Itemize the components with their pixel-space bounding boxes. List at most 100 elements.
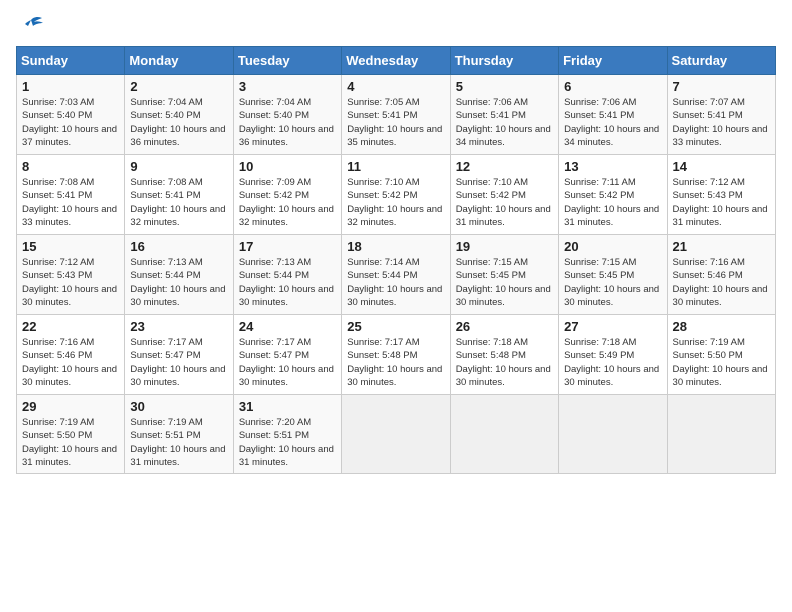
calendar-cell: 7 Sunrise: 7:07 AM Sunset: 5:41 PM Dayli… (667, 75, 775, 155)
calendar-cell (559, 395, 667, 474)
day-number: 17 (239, 239, 336, 254)
day-info: Sunrise: 7:20 AM Sunset: 5:51 PM Dayligh… (239, 416, 336, 469)
logo (16, 16, 44, 34)
day-number: 22 (22, 319, 119, 334)
calendar-cell: 27 Sunrise: 7:18 AM Sunset: 5:49 PM Dayl… (559, 315, 667, 395)
page-header (16, 16, 776, 34)
day-number: 20 (564, 239, 661, 254)
weekday-header-monday: Monday (125, 47, 233, 75)
calendar-cell: 11 Sunrise: 7:10 AM Sunset: 5:42 PM Dayl… (342, 155, 450, 235)
calendar-cell: 28 Sunrise: 7:19 AM Sunset: 5:50 PM Dayl… (667, 315, 775, 395)
day-info: Sunrise: 7:19 AM Sunset: 5:50 PM Dayligh… (22, 416, 119, 469)
calendar-cell: 8 Sunrise: 7:08 AM Sunset: 5:41 PM Dayli… (17, 155, 125, 235)
day-number: 13 (564, 159, 661, 174)
day-info: Sunrise: 7:15 AM Sunset: 5:45 PM Dayligh… (564, 256, 661, 309)
calendar-cell: 23 Sunrise: 7:17 AM Sunset: 5:47 PM Dayl… (125, 315, 233, 395)
calendar-cell: 19 Sunrise: 7:15 AM Sunset: 5:45 PM Dayl… (450, 235, 558, 315)
day-number: 5 (456, 79, 553, 94)
day-info: Sunrise: 7:10 AM Sunset: 5:42 PM Dayligh… (456, 176, 553, 229)
day-info: Sunrise: 7:18 AM Sunset: 5:49 PM Dayligh… (564, 336, 661, 389)
weekday-header-tuesday: Tuesday (233, 47, 341, 75)
calendar-cell: 31 Sunrise: 7:20 AM Sunset: 5:51 PM Dayl… (233, 395, 341, 474)
day-info: Sunrise: 7:18 AM Sunset: 5:48 PM Dayligh… (456, 336, 553, 389)
calendar-cell: 5 Sunrise: 7:06 AM Sunset: 5:41 PM Dayli… (450, 75, 558, 155)
day-info: Sunrise: 7:15 AM Sunset: 5:45 PM Dayligh… (456, 256, 553, 309)
day-number: 30 (130, 399, 227, 414)
day-info: Sunrise: 7:03 AM Sunset: 5:40 PM Dayligh… (22, 96, 119, 149)
day-number: 23 (130, 319, 227, 334)
day-info: Sunrise: 7:13 AM Sunset: 5:44 PM Dayligh… (239, 256, 336, 309)
day-number: 29 (22, 399, 119, 414)
calendar-cell: 4 Sunrise: 7:05 AM Sunset: 5:41 PM Dayli… (342, 75, 450, 155)
calendar-cell: 20 Sunrise: 7:15 AM Sunset: 5:45 PM Dayl… (559, 235, 667, 315)
calendar-cell: 10 Sunrise: 7:09 AM Sunset: 5:42 PM Dayl… (233, 155, 341, 235)
weekday-header-row: SundayMondayTuesdayWednesdayThursdayFrid… (17, 47, 776, 75)
day-number: 9 (130, 159, 227, 174)
calendar-cell: 18 Sunrise: 7:14 AM Sunset: 5:44 PM Dayl… (342, 235, 450, 315)
calendar-cell: 30 Sunrise: 7:19 AM Sunset: 5:51 PM Dayl… (125, 395, 233, 474)
day-info: Sunrise: 7:12 AM Sunset: 5:43 PM Dayligh… (673, 176, 770, 229)
day-number: 21 (673, 239, 770, 254)
calendar-week-row: 8 Sunrise: 7:08 AM Sunset: 5:41 PM Dayli… (17, 155, 776, 235)
day-info: Sunrise: 7:09 AM Sunset: 5:42 PM Dayligh… (239, 176, 336, 229)
day-info: Sunrise: 7:05 AM Sunset: 5:41 PM Dayligh… (347, 96, 444, 149)
calendar-week-row: 15 Sunrise: 7:12 AM Sunset: 5:43 PM Dayl… (17, 235, 776, 315)
weekday-header-friday: Friday (559, 47, 667, 75)
day-number: 15 (22, 239, 119, 254)
day-info: Sunrise: 7:06 AM Sunset: 5:41 PM Dayligh… (564, 96, 661, 149)
logo-bird-icon (18, 16, 44, 38)
calendar-cell: 1 Sunrise: 7:03 AM Sunset: 5:40 PM Dayli… (17, 75, 125, 155)
calendar-week-row: 1 Sunrise: 7:03 AM Sunset: 5:40 PM Dayli… (17, 75, 776, 155)
day-info: Sunrise: 7:11 AM Sunset: 5:42 PM Dayligh… (564, 176, 661, 229)
calendar-cell (342, 395, 450, 474)
day-info: Sunrise: 7:06 AM Sunset: 5:41 PM Dayligh… (456, 96, 553, 149)
calendar-cell: 17 Sunrise: 7:13 AM Sunset: 5:44 PM Dayl… (233, 235, 341, 315)
day-info: Sunrise: 7:17 AM Sunset: 5:47 PM Dayligh… (130, 336, 227, 389)
day-number: 16 (130, 239, 227, 254)
day-info: Sunrise: 7:10 AM Sunset: 5:42 PM Dayligh… (347, 176, 444, 229)
weekday-header-wednesday: Wednesday (342, 47, 450, 75)
day-info: Sunrise: 7:13 AM Sunset: 5:44 PM Dayligh… (130, 256, 227, 309)
day-info: Sunrise: 7:17 AM Sunset: 5:48 PM Dayligh… (347, 336, 444, 389)
calendar-cell: 24 Sunrise: 7:17 AM Sunset: 5:47 PM Dayl… (233, 315, 341, 395)
day-info: Sunrise: 7:19 AM Sunset: 5:51 PM Dayligh… (130, 416, 227, 469)
calendar-cell: 21 Sunrise: 7:16 AM Sunset: 5:46 PM Dayl… (667, 235, 775, 315)
day-info: Sunrise: 7:17 AM Sunset: 5:47 PM Dayligh… (239, 336, 336, 389)
day-number: 10 (239, 159, 336, 174)
day-number: 4 (347, 79, 444, 94)
day-number: 3 (239, 79, 336, 94)
day-number: 2 (130, 79, 227, 94)
day-info: Sunrise: 7:04 AM Sunset: 5:40 PM Dayligh… (130, 96, 227, 149)
day-number: 1 (22, 79, 119, 94)
day-number: 12 (456, 159, 553, 174)
calendar-cell: 22 Sunrise: 7:16 AM Sunset: 5:46 PM Dayl… (17, 315, 125, 395)
day-info: Sunrise: 7:19 AM Sunset: 5:50 PM Dayligh… (673, 336, 770, 389)
day-number: 27 (564, 319, 661, 334)
day-number: 24 (239, 319, 336, 334)
calendar-cell (450, 395, 558, 474)
calendar-cell: 2 Sunrise: 7:04 AM Sunset: 5:40 PM Dayli… (125, 75, 233, 155)
day-number: 6 (564, 79, 661, 94)
calendar-cell: 3 Sunrise: 7:04 AM Sunset: 5:40 PM Dayli… (233, 75, 341, 155)
day-number: 25 (347, 319, 444, 334)
calendar-cell: 15 Sunrise: 7:12 AM Sunset: 5:43 PM Dayl… (17, 235, 125, 315)
day-number: 31 (239, 399, 336, 414)
calendar-cell: 9 Sunrise: 7:08 AM Sunset: 5:41 PM Dayli… (125, 155, 233, 235)
day-number: 19 (456, 239, 553, 254)
calendar-cell: 6 Sunrise: 7:06 AM Sunset: 5:41 PM Dayli… (559, 75, 667, 155)
day-info: Sunrise: 7:04 AM Sunset: 5:40 PM Dayligh… (239, 96, 336, 149)
day-info: Sunrise: 7:08 AM Sunset: 5:41 PM Dayligh… (22, 176, 119, 229)
day-info: Sunrise: 7:16 AM Sunset: 5:46 PM Dayligh… (22, 336, 119, 389)
day-info: Sunrise: 7:12 AM Sunset: 5:43 PM Dayligh… (22, 256, 119, 309)
weekday-header-saturday: Saturday (667, 47, 775, 75)
calendar-week-row: 29 Sunrise: 7:19 AM Sunset: 5:50 PM Dayl… (17, 395, 776, 474)
calendar-cell (667, 395, 775, 474)
calendar-table: SundayMondayTuesdayWednesdayThursdayFrid… (16, 46, 776, 474)
weekday-header-sunday: Sunday (17, 47, 125, 75)
day-number: 14 (673, 159, 770, 174)
calendar-cell: 14 Sunrise: 7:12 AM Sunset: 5:43 PM Dayl… (667, 155, 775, 235)
calendar-cell: 25 Sunrise: 7:17 AM Sunset: 5:48 PM Dayl… (342, 315, 450, 395)
day-number: 26 (456, 319, 553, 334)
day-number: 8 (22, 159, 119, 174)
day-number: 18 (347, 239, 444, 254)
